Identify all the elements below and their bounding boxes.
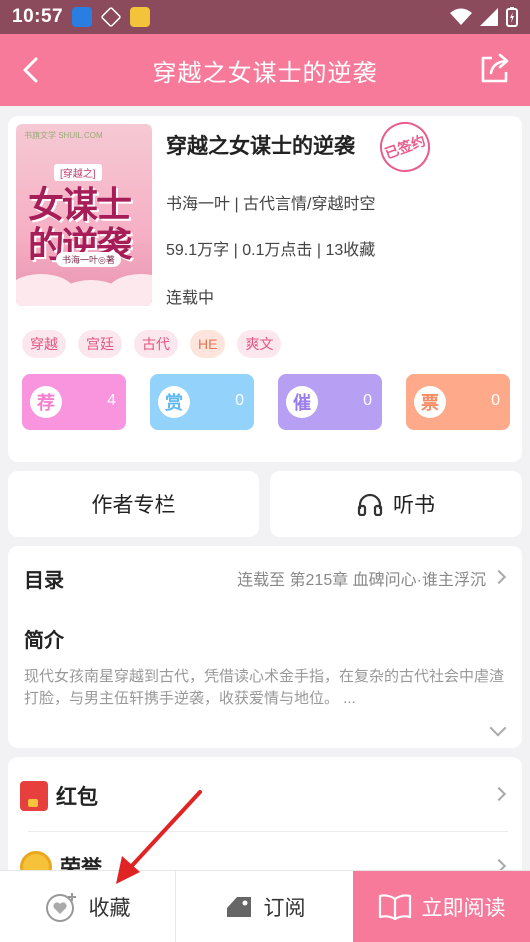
- page-title: 穿越之女谋士的逆袭: [152, 59, 378, 87]
- book-title: 穿越之女谋士的逆袭: [166, 135, 355, 158]
- author-genre[interactable]: 书海一叶 | 古代言情/穿越时空: [166, 190, 376, 214]
- book-status: 连载中: [166, 290, 215, 307]
- open-book-icon: [378, 893, 411, 920]
- cover-publisher: 书旗文学 SHUIL.COM: [24, 131, 103, 140]
- tag-chip[interactable]: HE: [190, 330, 226, 358]
- favorite-button[interactable]: 收藏: [0, 871, 176, 942]
- urge-icon: 催: [286, 386, 318, 418]
- notification-app-icon-2: [130, 7, 151, 27]
- recommend-count: 4: [107, 392, 116, 409]
- tip-count: 0: [235, 392, 244, 409]
- book-cover[interactable]: 书旗文学 SHUIL.COM [穿越之] 女谋士 的逆袭 书海一叶◎著: [16, 124, 152, 306]
- listen-button[interactable]: 听书: [270, 471, 522, 537]
- catalog-intro-card: 目录 连载至 第215章 血碑问心·谁主浮沉 简介 现代女孩南星穿越到古代，凭借…: [8, 546, 522, 748]
- cover-cloud: [106, 274, 152, 306]
- read-now-label: 立即阅读: [421, 896, 506, 920]
- vote-count: 0: [491, 392, 500, 409]
- listen-label: 听书: [393, 494, 435, 517]
- heart-add-icon: [45, 892, 76, 922]
- intro-text: 现代女孩南星穿越到古代，凭借读心术金手指，在复杂的古代社会中虐渣打脸，与男主伍轩…: [24, 668, 505, 707]
- tag-chip[interactable]: 古代: [134, 330, 178, 358]
- tip-button[interactable]: 赏 0: [150, 374, 254, 430]
- cover-author: 书海一叶◎著: [56, 252, 121, 267]
- tip-icon: 赏: [158, 386, 190, 418]
- red-packet-label: 红包: [56, 786, 98, 809]
- subscribe-button[interactable]: 订阅: [176, 871, 353, 942]
- tag-chip[interactable]: 宫廷: [78, 330, 122, 358]
- red-packet-icon: [20, 781, 48, 811]
- recommend-icon: 荐: [30, 386, 62, 418]
- urge-count: 0: [363, 392, 372, 409]
- headphones-icon: [357, 493, 383, 516]
- reader-actions: 荐 4 赏 0 催 0 票 0: [22, 374, 510, 430]
- catalog-label[interactable]: 目录: [24, 564, 64, 593]
- tag-chip[interactable]: 穿越: [22, 330, 66, 358]
- recommend-button[interactable]: 荐 4: [22, 374, 126, 430]
- subscribe-label: 订阅: [263, 896, 306, 920]
- author-column-button[interactable]: 作者专栏: [8, 471, 259, 537]
- tag-chip[interactable]: 爽文: [237, 330, 282, 358]
- back-arrow-icon[interactable]: [16, 54, 48, 86]
- chevron-down-icon[interactable]: [489, 719, 507, 737]
- notification-app-icon: [72, 7, 93, 27]
- author-column-label: 作者专栏: [91, 494, 176, 517]
- bottom-action-bar: 收藏 订阅 立即阅读: [0, 870, 530, 942]
- battery-icon: [506, 7, 518, 27]
- chevron-right-icon[interactable]: [491, 569, 507, 585]
- status-time: 10:57: [12, 6, 64, 27]
- wifi-icon: [450, 8, 472, 25]
- favorite-label: 收藏: [88, 896, 131, 920]
- book-info-card: 书旗文学 SHUIL.COM [穿越之] 女谋士 的逆袭 书海一叶◎著 穿越之女…: [8, 114, 522, 462]
- read-now-button[interactable]: 立即阅读: [353, 871, 530, 942]
- chevron-right-icon[interactable]: [491, 786, 507, 802]
- intro-label: 简介: [24, 630, 64, 652]
- signed-stamp-badge: 已签约: [372, 114, 438, 180]
- vote-button[interactable]: 票 0: [406, 374, 510, 430]
- status-bar: 10:57: [0, 0, 530, 34]
- vote-icon: 票: [414, 386, 446, 418]
- divider: [28, 831, 508, 832]
- red-packet-row[interactable]: 红包: [20, 781, 98, 811]
- top-app-bar: 穿越之女谋士的逆袭: [0, 34, 530, 106]
- tag-icon: [226, 896, 251, 917]
- cube-icon: [100, 6, 122, 28]
- latest-chapter-link[interactable]: 连载至 第215章 血碑问心·谁主浮沉: [237, 566, 486, 590]
- signal-icon: [480, 8, 498, 26]
- tag-list: 穿越 宫廷 古代 HE 爽文: [22, 330, 282, 358]
- urge-update-button[interactable]: 催 0: [278, 374, 382, 430]
- book-stats: 59.1万字 | 0.1万点击 | 13收藏: [166, 242, 376, 259]
- share-icon[interactable]: [478, 52, 512, 86]
